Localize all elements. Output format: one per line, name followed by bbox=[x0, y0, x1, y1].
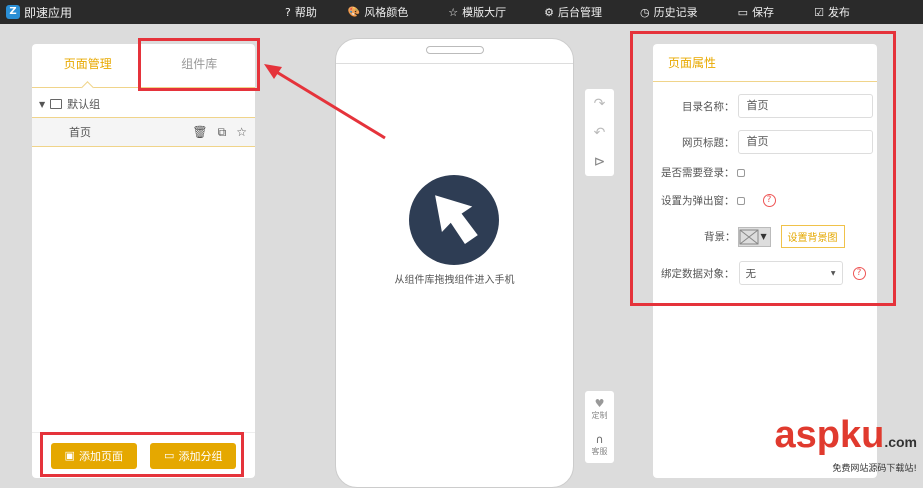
app-logo[interactable]: Z 即速应用 bbox=[6, 4, 72, 21]
nav-style-color[interactable]: 🎨 风格颜色 bbox=[348, 4, 408, 20]
page-item[interactable]: 首页 🗑 ⧉ ☆ bbox=[32, 117, 255, 147]
preview-icon[interactable]: ⊳ bbox=[585, 147, 614, 176]
page-management-panel: 页面管理 组件库 ▼ 默认组 首页 🗑 ⧉ ☆ ▣ 添加页面 ▭ 添加分组 bbox=[32, 44, 255, 478]
phone-speaker bbox=[426, 46, 484, 54]
tool-label: 客服 bbox=[591, 447, 608, 456]
gear-icon: ⚙ bbox=[544, 5, 555, 19]
nav-label: 保存 bbox=[752, 6, 775, 19]
save-icon: ▭ bbox=[737, 5, 749, 19]
watermark-tagline: 免费网站源码下载站! bbox=[832, 464, 917, 474]
nav-label: 风格颜色 bbox=[364, 6, 409, 19]
drag-cursor-icon bbox=[409, 175, 499, 265]
folder-icon bbox=[50, 99, 63, 109]
page-group[interactable]: ▼ 默认组 bbox=[32, 91, 255, 117]
trash-icon[interactable]: 🗑 bbox=[192, 125, 207, 140]
heart-icon: ♥ bbox=[594, 397, 605, 410]
customize-button[interactable]: ♥ 定制 bbox=[585, 391, 614, 427]
tab-page-management[interactable]: 页面管理 bbox=[32, 44, 144, 87]
annotation-box-buttons bbox=[40, 432, 244, 477]
drag-hint: 从组件库拖拽组件进入手机 bbox=[394, 275, 515, 286]
tool-label: 定制 bbox=[591, 411, 608, 420]
nav-label: 发布 bbox=[827, 6, 850, 19]
star-icon[interactable]: ☆ bbox=[236, 125, 247, 140]
nav-save[interactable]: ▭ 保存 bbox=[738, 4, 774, 20]
top-bar: Z 即速应用 ? 帮助 🎨 风格颜色 ☆ 模版大厅 ⚙ 后台管理 ◷ 历史记录 ▭ 保存 ☑ 发… bbox=[0, 0, 923, 24]
logo-icon: Z bbox=[6, 5, 20, 19]
nav-history[interactable]: ◷ 历史记录 bbox=[640, 4, 698, 20]
nav-label: 后台管理 bbox=[558, 6, 603, 19]
star-icon: ☆ bbox=[448, 5, 459, 19]
nav-templates[interactable]: ☆ 模版大厅 bbox=[448, 4, 506, 20]
history-icon: ◷ bbox=[640, 5, 650, 19]
annotation-arrow bbox=[264, 64, 386, 140]
group-name: 默认组 bbox=[67, 98, 101, 111]
undo-icon[interactable]: ↶ bbox=[585, 118, 614, 147]
app-title: 即速应用 bbox=[24, 5, 73, 20]
service-button[interactable]: ∩ 客服 bbox=[585, 427, 614, 463]
publish-icon: ☑ bbox=[814, 5, 824, 19]
annotation-box-properties bbox=[630, 31, 896, 306]
page-name: 首页 bbox=[69, 126, 91, 139]
nav-admin[interactable]: ⚙ 后台管理 bbox=[544, 4, 602, 20]
help-circle-icon: ? bbox=[285, 5, 291, 19]
copy-icon[interactable]: ⧉ bbox=[218, 125, 227, 140]
watermark: aspku.com 免费网站源码下载站! bbox=[774, 416, 917, 474]
watermark-domain: .com bbox=[884, 434, 917, 450]
nav-label: 模版大厅 bbox=[462, 6, 507, 19]
nav-label: 历史记录 bbox=[653, 6, 698, 19]
palette-icon: 🎨 bbox=[347, 6, 361, 18]
top-nav: ? 帮助 🎨 风格颜色 ☆ 模版大厅 ⚙ 后台管理 ◷ 历史记录 ▭ 保存 ☑ 发布 bbox=[285, 0, 850, 24]
nav-label: 帮助 bbox=[294, 6, 317, 19]
annotation-box-component-tab bbox=[138, 38, 260, 91]
headset-icon: ∩ bbox=[595, 433, 604, 446]
edit-toolbar: ↷ ↶ ⊳ bbox=[585, 89, 614, 176]
nav-publish[interactable]: ☑ 发布 bbox=[814, 4, 850, 20]
nav-help[interactable]: ? 帮助 bbox=[285, 4, 317, 20]
watermark-brand: aspku bbox=[774, 414, 885, 456]
help-toolbar: ♥ 定制 ∩ 客服 bbox=[585, 391, 614, 463]
redo-icon[interactable]: ↷ bbox=[585, 89, 614, 118]
caret-down-icon: ▼ bbox=[39, 99, 46, 109]
